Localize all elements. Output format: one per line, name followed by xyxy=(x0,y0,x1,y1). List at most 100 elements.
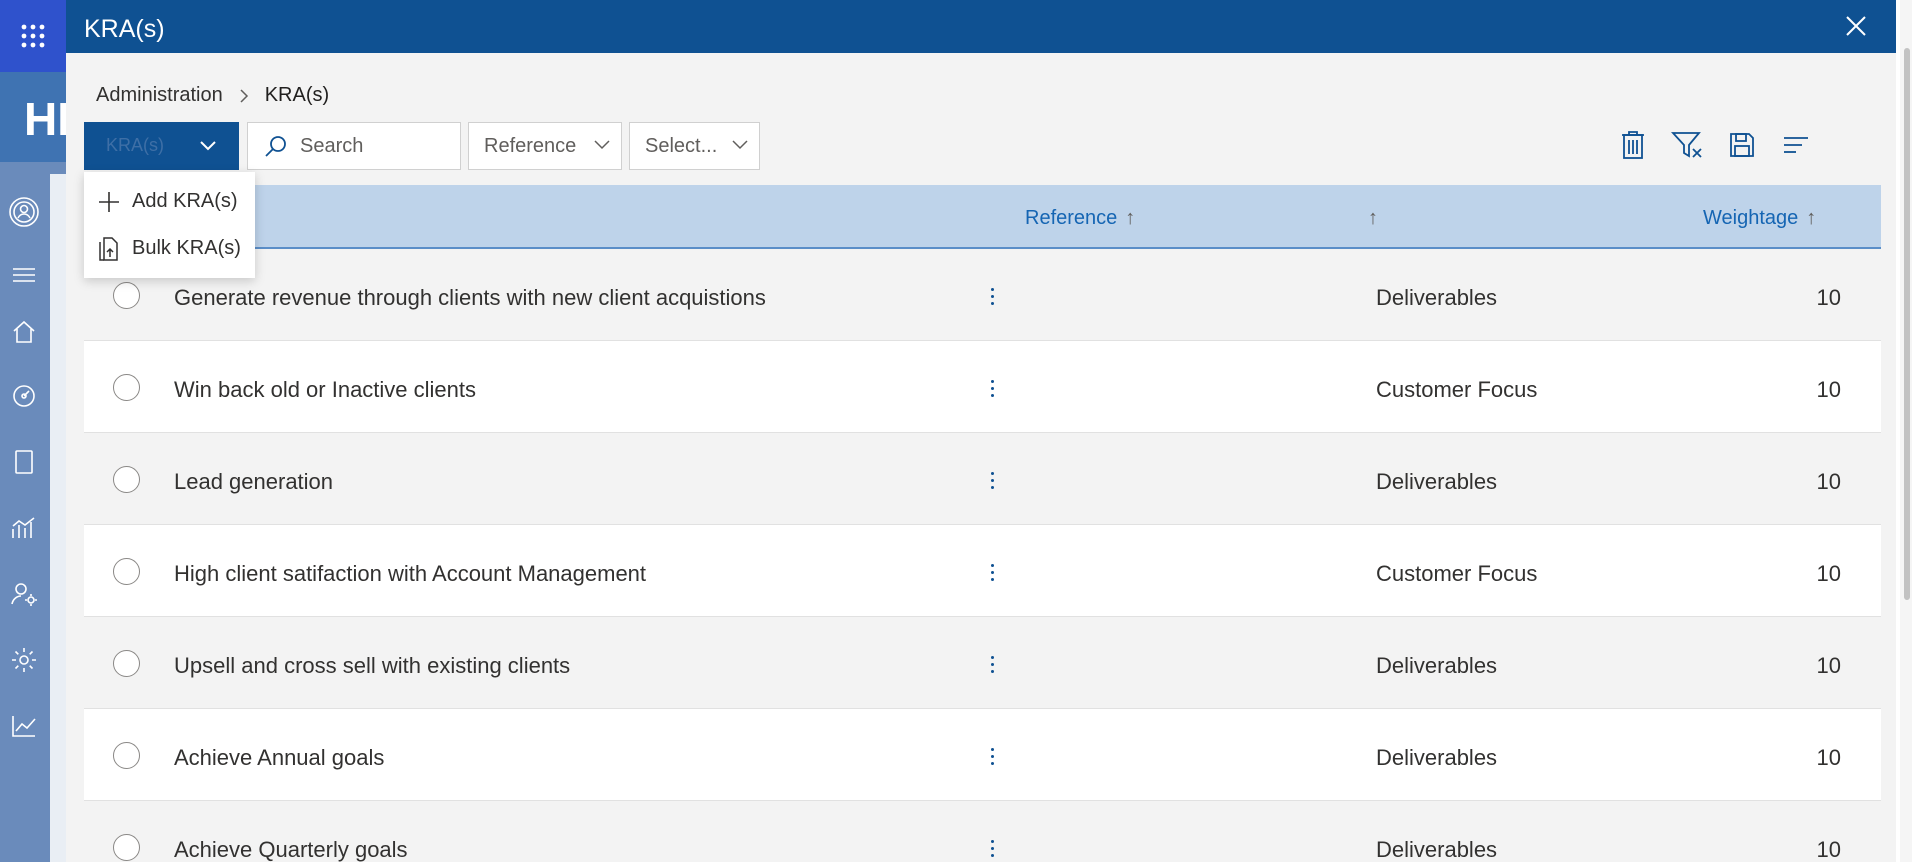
kra-weightage: 10 xyxy=(1816,745,1841,770)
rail-background-strip xyxy=(50,174,66,862)
panel-title: KRA(s) xyxy=(84,15,165,43)
kra-name: Upsell and cross sell with existing clie… xyxy=(174,653,571,678)
sort-arrow-icon: ↑ xyxy=(1125,207,1136,229)
kra-weightage: 10 xyxy=(1816,377,1841,402)
panel-header: KRA(s) xyxy=(66,0,1896,53)
kra-name: Achieve Annual goals xyxy=(174,745,385,770)
column-header-category[interactable]: ↑ xyxy=(1360,207,1378,230)
user-settings-icon[interactable] xyxy=(8,578,40,610)
kra-table-body: Generate revenue through clients with ne… xyxy=(84,249,1881,862)
dashboard-gauge-icon[interactable] xyxy=(8,380,40,412)
row-select-radio[interactable] xyxy=(113,374,140,401)
document-icon[interactable] xyxy=(8,446,40,478)
trend-chart-icon[interactable] xyxy=(8,710,40,742)
waffle-icon xyxy=(21,24,45,48)
row-select-radio[interactable] xyxy=(113,466,140,493)
row-select-radio[interactable] xyxy=(113,282,140,309)
chevron-down-icon xyxy=(200,141,216,151)
column-header-reference[interactable]: Reference ↑ xyxy=(1025,207,1135,230)
kra-weightage: 10 xyxy=(1816,653,1841,678)
kra-reference: Customer Focus xyxy=(1376,377,1538,402)
table-row[interactable]: Achieve Annual goals Deliverables 10 xyxy=(84,709,1881,801)
row-select-radio[interactable] xyxy=(113,650,140,677)
menu-item-add-kra[interactable]: Add KRA(s) xyxy=(84,178,255,225)
kra-reference: Deliverables xyxy=(1376,285,1498,310)
clear-filter-icon xyxy=(1671,132,1702,158)
close-icon xyxy=(1846,16,1866,36)
menu-item-label: Add KRA(s) xyxy=(132,190,238,212)
vertical-scrollbar[interactable] xyxy=(1900,0,1912,862)
kra-weightage: 10 xyxy=(1816,561,1841,586)
breadcrumb-administration[interactable]: Administration xyxy=(96,84,223,107)
new-kra-button-label: KRA(s) xyxy=(106,135,164,155)
table-row[interactable]: Generate revenue through clients with ne… xyxy=(84,249,1881,341)
sort-arrow-icon: ↑ xyxy=(1806,207,1817,229)
delete-button[interactable] xyxy=(1614,126,1652,164)
search-box[interactable] xyxy=(247,122,461,170)
kra-name: High client satifaction with Account Man… xyxy=(174,561,647,586)
kra-reference: Deliverables xyxy=(1376,469,1498,494)
settings-gear-icon[interactable] xyxy=(8,644,40,676)
kra-weightage: 10 xyxy=(1816,285,1841,310)
row-select-radio[interactable] xyxy=(113,558,140,585)
search-input[interactable] xyxy=(300,134,450,158)
hamburger-menu-icon[interactable] xyxy=(8,259,40,291)
add-icon xyxy=(96,189,122,215)
breadcrumb: Administration KRA(s) xyxy=(96,84,329,107)
more-options-icon[interactable] xyxy=(982,463,1002,497)
kra-name: Achieve Quarterly goals xyxy=(174,837,408,862)
kra-reference: Deliverables xyxy=(1376,745,1498,770)
table-row[interactable]: Achieve Quarterly goals Deliverables 10 xyxy=(84,801,1881,862)
table-row[interactable]: High client satifaction with Account Man… xyxy=(84,525,1881,617)
select-dropdown[interactable]: Select... xyxy=(629,122,760,170)
scrollbar-thumb[interactable] xyxy=(1904,48,1910,600)
reference-dropdown-value: Reference xyxy=(484,134,577,157)
close-button[interactable] xyxy=(1842,12,1870,40)
table-row[interactable]: Lead generation Deliverables 10 xyxy=(84,433,1881,525)
breadcrumb-current: KRA(s) xyxy=(264,84,330,106)
row-select-radio[interactable] xyxy=(113,834,140,861)
chevron-down-icon xyxy=(732,140,748,150)
home-icon[interactable] xyxy=(8,316,40,348)
new-kra-button[interactable]: KRA(s) xyxy=(84,122,239,170)
kra-panel: KRA(s) Administration KRA(s) KRA(s) Refe… xyxy=(66,0,1912,862)
group-by-button[interactable] xyxy=(1777,126,1815,164)
kra-name: Generate revenue through clients with ne… xyxy=(174,285,766,310)
chevron-right-icon xyxy=(239,88,249,104)
kra-reference: Customer Focus xyxy=(1376,561,1538,586)
more-options-icon[interactable] xyxy=(982,371,1002,405)
search-icon xyxy=(265,136,286,157)
select-dropdown-value: Select... xyxy=(645,134,718,157)
save-icon xyxy=(1730,133,1754,157)
sort-arrow-icon: ↑ xyxy=(1368,207,1378,229)
column-header-weightage[interactable]: Weightage ↑ xyxy=(1703,207,1816,230)
more-options-icon[interactable] xyxy=(982,831,1002,862)
reference-dropdown[interactable]: Reference xyxy=(468,122,622,170)
more-options-icon[interactable] xyxy=(982,555,1002,589)
more-options-icon[interactable] xyxy=(982,739,1002,773)
table-header: Reference ↑ ↑ Weightage ↑ xyxy=(84,185,1881,249)
kra-reference: Deliverables xyxy=(1376,653,1498,678)
table-row[interactable]: Upsell and cross sell with existing clie… xyxy=(84,617,1881,709)
brand-logo: HI xyxy=(0,72,66,162)
kra-weightage: 10 xyxy=(1816,469,1841,494)
app-rail: HI xyxy=(0,0,66,862)
kra-reference: Deliverables xyxy=(1376,837,1498,862)
delete-icon xyxy=(1622,131,1644,159)
row-select-radio[interactable] xyxy=(113,742,140,769)
app-launcher-button[interactable] xyxy=(0,0,66,72)
menu-item-bulk-kra[interactable]: Bulk KRA(s) xyxy=(84,225,255,272)
user-profile-icon[interactable] xyxy=(8,196,40,228)
kra-name: Win back old or Inactive clients xyxy=(174,377,477,402)
clear-filter-button[interactable] xyxy=(1669,126,1707,164)
menu-item-label: Bulk KRA(s) xyxy=(132,237,241,259)
new-kra-menu: Add KRA(s) Bulk KRA(s) xyxy=(84,172,255,278)
save-button[interactable] xyxy=(1723,126,1761,164)
kra-weightage: 10 xyxy=(1816,837,1841,862)
more-options-icon[interactable] xyxy=(982,647,1002,681)
group-by-icon xyxy=(1784,137,1808,153)
table-row[interactable]: Win back old or Inactive clients Custome… xyxy=(84,341,1881,433)
more-options-icon[interactable] xyxy=(982,279,1002,313)
kra-name: Lead generation xyxy=(174,469,334,494)
analytics-icon[interactable] xyxy=(8,512,40,544)
